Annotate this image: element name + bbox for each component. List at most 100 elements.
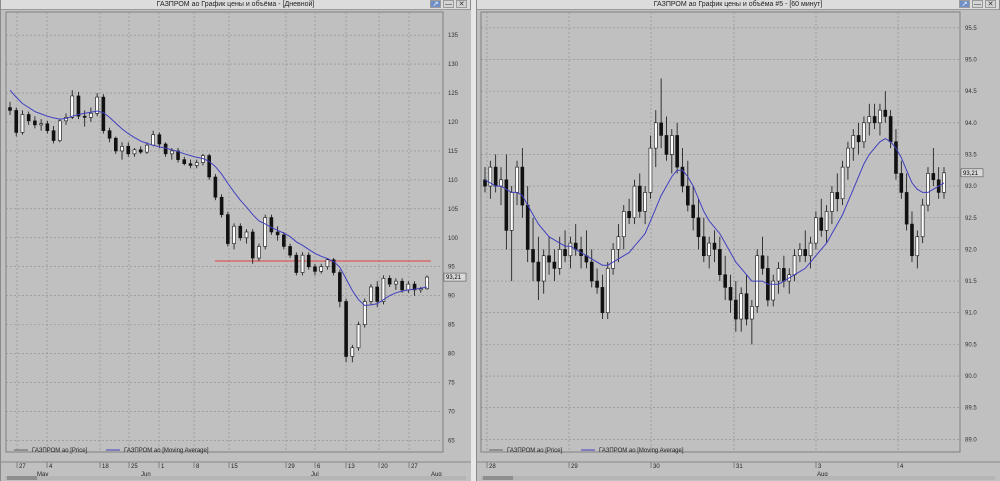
left-window-titlebar[interactable]: ГАЗПРОМ ао График цены и объёма - [Дневн…: [1, 0, 470, 10]
candle-body: [931, 173, 936, 181]
candle-body: [20, 114, 25, 133]
candle-body: [856, 135, 861, 143]
y-tick-label: 70: [448, 409, 455, 415]
left-window-minimize-button[interactable]: —: [443, 0, 454, 8]
candle-body: [219, 196, 224, 215]
y-tick-label: 93.5: [965, 152, 977, 158]
candle: [306, 252, 311, 270]
candle-body: [851, 135, 856, 149]
candle-body: [14, 110, 19, 133]
candle-body: [862, 122, 866, 143]
candle-body: [648, 147, 653, 193]
candle-body: [319, 266, 323, 272]
x-tick-label: 31: [736, 464, 743, 470]
candle-body: [691, 204, 695, 219]
candle: [263, 214, 267, 250]
right-chart-window: ГАЗПРОМ ао График цены и объёма #5 - [60…: [476, 0, 1000, 481]
candle-body: [792, 255, 797, 276]
x-tick-label: 27: [19, 464, 26, 470]
candle-body: [910, 223, 914, 257]
y-tick-label: 92.0: [965, 247, 977, 253]
candle-body: [611, 249, 615, 269]
plot-area: [5, 11, 444, 453]
legend-label: ГАЗПРОМ ао [Moving Average]: [124, 448, 209, 454]
candle-body: [616, 236, 621, 250]
candle-body: [138, 149, 143, 153]
candle-body: [803, 249, 808, 257]
daily-price-chart[interactable]: 135 130 125 120 115 110 105 100 95 90 85 80 75 70 65 27…: [1, 10, 472, 481]
candle-body: [344, 301, 348, 357]
candle-body: [718, 249, 722, 276]
left-window-close-button[interactable]: ✕: [456, 0, 467, 8]
candle-body: [739, 293, 743, 320]
left-window-pin-icon[interactable]: ↗: [430, 0, 441, 8]
candle: [605, 262, 610, 320]
right-scroll-thumb[interactable]: [483, 476, 513, 480]
right-window-close-button[interactable]: ✕: [985, 0, 996, 8]
x-tick-label: 15: [231, 464, 238, 470]
y-tick-label: 125: [448, 91, 459, 97]
candle-body: [213, 176, 218, 198]
candle-body: [282, 234, 286, 247]
left-scroll-thumb[interactable]: [7, 476, 37, 480]
candle-body: [300, 254, 305, 273]
candle-body: [188, 163, 193, 166]
candle-body: [872, 116, 877, 124]
x-tick-label: 18: [102, 464, 109, 470]
hourly-price-chart[interactable]: 95.5 95.0 94.5 94.0 93.5 93.0 92.5 92.0 91.5 91.0…: [477, 10, 1000, 481]
candle: [300, 252, 305, 276]
candle-body: [531, 249, 535, 263]
candle: [213, 174, 218, 201]
y-tick-label: 91.0: [965, 311, 977, 317]
y-tick-label: 95.0: [965, 57, 977, 63]
candle-body: [520, 166, 525, 206]
candle-body: [509, 192, 514, 231]
price-tag-label: 93,21: [446, 275, 462, 281]
x-tick-label: 29: [571, 464, 578, 470]
candle-body: [686, 185, 690, 206]
candle: [920, 198, 925, 244]
candle-body: [589, 261, 594, 282]
candle-body: [294, 254, 299, 273]
candle-body: [313, 266, 317, 272]
x-tick-label: 27: [411, 464, 418, 470]
y-tick-label: 65: [448, 438, 455, 444]
candle-body: [814, 217, 818, 244]
right-window-minimize-button[interactable]: —: [972, 0, 983, 8]
y-tick-label: 89.5: [965, 406, 977, 412]
y-tick-label: 92.5: [965, 216, 977, 222]
candle: [344, 298, 348, 363]
candle-body: [369, 286, 373, 302]
candle-body: [26, 114, 31, 122]
candle-body: [702, 236, 706, 257]
y-tick-label: 91.5: [965, 279, 977, 285]
candle-body: [33, 120, 37, 126]
candle-body: [798, 249, 802, 257]
candle: [226, 211, 230, 247]
candle-body: [39, 123, 43, 126]
candle-body: [632, 185, 637, 219]
candle: [926, 167, 930, 212]
y-tick-label: 80: [448, 352, 455, 358]
candle-body: [107, 130, 112, 139]
candle-body: [621, 211, 626, 238]
candle-body: [51, 130, 56, 141]
right-window-pin-icon[interactable]: ↗: [959, 0, 970, 8]
candle-body: [723, 274, 727, 288]
right-chart-scrollbar[interactable]: [481, 476, 995, 480]
right-window-titlebar[interactable]: ГАЗПРОМ ао График цены и объёма #5 - [60…: [477, 0, 999, 10]
candle-body: [114, 137, 118, 152]
candle-body: [824, 211, 829, 231]
candle-body: [899, 173, 904, 193]
candle-body: [547, 255, 551, 263]
left-chart-window: ГАЗПРОМ ао График цены и объёма - [Дневн…: [0, 0, 472, 481]
candle-body: [808, 242, 813, 257]
candle-body: [406, 283, 411, 291]
candle-body: [126, 146, 131, 155]
right-window-title: ГАЗПРОМ ао График цены и объёма #5 - [60…: [653, 1, 823, 8]
plot-area: [480, 11, 961, 453]
candle: [282, 232, 286, 250]
left-chart-scrollbar[interactable]: [5, 476, 466, 480]
candle-body: [325, 259, 330, 268]
candle-body: [394, 280, 398, 285]
